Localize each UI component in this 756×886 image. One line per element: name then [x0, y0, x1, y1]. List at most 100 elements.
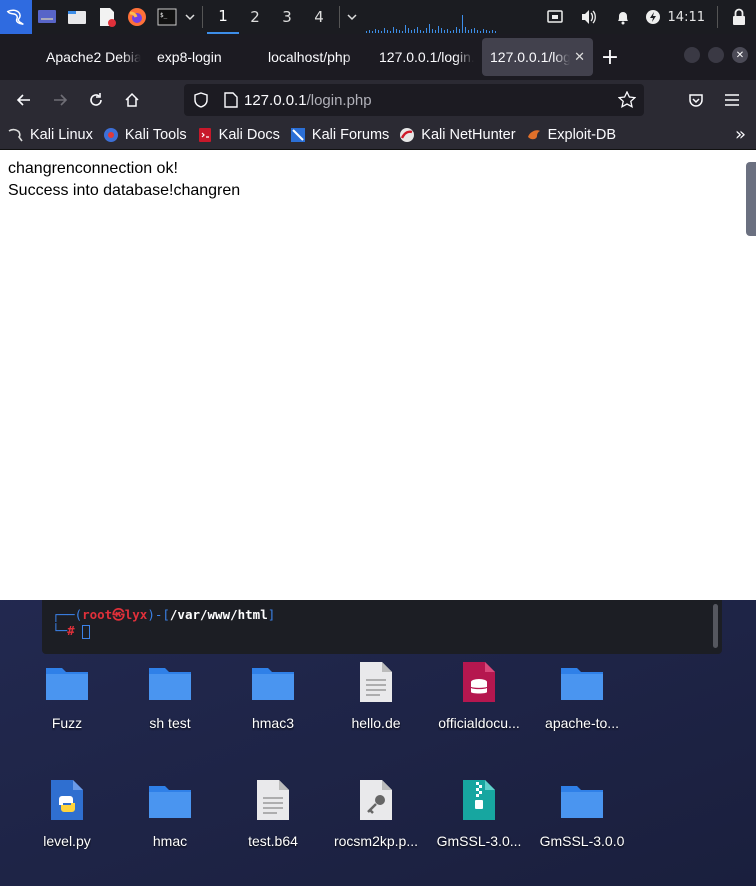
workspace-2[interactable]: 2: [239, 0, 271, 34]
bookmark-kali-nethunter[interactable]: Kali NetHunter: [399, 127, 516, 143]
folder-icon: [146, 658, 194, 706]
forward-button[interactable]: [42, 84, 78, 116]
chevron-down-icon: [185, 14, 195, 21]
workspace-3[interactable]: 3: [271, 0, 303, 34]
kali-forums-icon: [290, 127, 306, 143]
bookmark-label: Kali Forums: [311, 126, 390, 143]
pocket-button[interactable]: [678, 84, 714, 116]
bookmark-label: Kali Linux: [30, 126, 93, 143]
notifications-tray-button[interactable]: [606, 0, 640, 34]
nethunter-icon: [399, 127, 415, 143]
volume-icon: [581, 10, 596, 24]
side-dock-widget[interactable]: [746, 162, 756, 236]
home-button[interactable]: [114, 84, 150, 116]
show-desktop-button[interactable]: [32, 0, 62, 34]
network-activity-bar: [390, 31, 391, 33]
new-tab-button[interactable]: +: [593, 45, 627, 70]
toolbar-right: [678, 84, 750, 116]
terminal-prompt-symbol: #: [67, 623, 75, 638]
close-window-button[interactable]: ✕: [732, 47, 748, 63]
terminal-host: lyx: [124, 607, 148, 622]
desktop-icon-python[interactable]: level.py: [15, 770, 119, 870]
close-tab-icon[interactable]: ✕: [574, 49, 585, 65]
kali-menu-button[interactable]: [0, 0, 32, 34]
desktop-icon-folder[interactable]: hmac: [118, 770, 222, 870]
desktop-icon-folder[interactable]: hmac3: [221, 652, 325, 752]
power-manager-tray-button[interactable]: [640, 0, 666, 34]
desktop-icon-folder[interactable]: apache-to...: [530, 652, 634, 752]
folder-icon: [558, 776, 606, 824]
terminal-window[interactable]: ┌──(root㉿lyx)-[/var/www/html] └─#: [42, 600, 722, 654]
desktop-icon-label: hmac: [152, 833, 188, 849]
tracking-protection-shield-icon[interactable]: [184, 92, 218, 108]
tab-localhost-php[interactable]: localhost/php: [260, 38, 371, 76]
network-activity-bar: [378, 30, 379, 33]
tab-label: Apache2 Debian Default Page: [46, 49, 141, 65]
folder-icon: [68, 11, 86, 24]
volume-tray-button[interactable]: [572, 0, 606, 34]
desktop-icon-text[interactable]: test.b64: [221, 770, 325, 870]
launcher-dropdown-button[interactable]: [182, 0, 198, 34]
terminal-prompt-line2: └─#: [52, 623, 712, 639]
tab-login-php[interactable]: 127.0.0.1/login.php: [371, 38, 482, 76]
bookmark-kali-linux[interactable]: Kali Linux: [8, 127, 93, 143]
kali-tools-icon: [103, 127, 119, 143]
desktop-icon-text[interactable]: hello.de: [324, 652, 428, 752]
network-activity-bar: [447, 29, 448, 33]
page-info-icon[interactable]: [218, 92, 244, 108]
network-tray-button[interactable]: [538, 0, 572, 34]
network-activity-bar: [492, 30, 493, 33]
network-activity-bar: [387, 30, 388, 33]
network-activity-bar: [477, 30, 478, 33]
network-activity-bar: [384, 28, 385, 33]
tab-label: 127.0.0.1/login.php: [490, 49, 571, 65]
tab-apache2-default[interactable]: Apache2 Debian Default Page: [38, 38, 149, 76]
network-activity-bar: [405, 25, 406, 33]
tab-login-php-active[interactable]: 127.0.0.1/login.php ✕: [482, 38, 593, 76]
file-manager-launcher[interactable]: [62, 0, 92, 34]
window-list-button[interactable]: [344, 0, 360, 34]
desktop-icon-folder[interactable]: GmSSL-3.0.0: [530, 770, 634, 870]
desktop-icon-label: Fuzz: [51, 715, 83, 731]
text-icon: [249, 776, 297, 824]
desktop-icon-key[interactable]: rocsm2kp.p...: [324, 770, 428, 870]
maximize-window-button[interactable]: [708, 47, 724, 63]
bookmark-star-icon[interactable]: [617, 90, 637, 113]
tab-exp8-login[interactable]: exp8-login: [149, 38, 260, 76]
arrow-left-icon: [16, 94, 30, 106]
page-text-line: changrenconnection ok!: [8, 160, 178, 177]
panel-clock[interactable]: 14:11: [666, 10, 713, 25]
reload-button[interactable]: [78, 84, 114, 116]
bookmarks-overflow-chevron-icon[interactable]: »: [735, 124, 746, 145]
firefox-launcher[interactable]: [122, 0, 152, 34]
desktop-icon-label: hello.de: [351, 715, 401, 731]
lock-screen-button[interactable]: [722, 0, 756, 34]
minimize-window-button[interactable]: [684, 47, 700, 63]
svg-text:$_: $_: [160, 12, 168, 19]
desktop-icon-database[interactable]: officialdocu...: [427, 652, 531, 752]
text-editor-launcher[interactable]: [92, 0, 122, 34]
tab-label: exp8-login: [157, 49, 222, 65]
bookmark-kali-tools[interactable]: Kali Tools: [103, 127, 187, 143]
network-activity-bar: [480, 31, 481, 33]
app-menu-button[interactable]: [714, 84, 750, 116]
folder-icon: [558, 658, 606, 706]
bookmark-kali-forums[interactable]: Kali Forums: [290, 127, 389, 143]
desktop-icon-archive[interactable]: GmSSL-3.0...: [427, 770, 531, 870]
folder-icon: [146, 776, 194, 824]
terminal-launcher[interactable]: $_: [152, 0, 182, 34]
bookmark-exploit-db[interactable]: Exploit-DB: [526, 127, 616, 143]
workspace-1[interactable]: 1: [207, 0, 239, 34]
desktop-icon-folder[interactable]: Fuzz: [15, 652, 119, 752]
network-activity-bar: [474, 28, 475, 33]
network-activity-bar: [444, 30, 445, 33]
workspace-4[interactable]: 4: [303, 0, 335, 34]
bookmark-label: Kali Docs: [218, 126, 280, 143]
back-button[interactable]: [6, 84, 42, 116]
terminal-scrollbar[interactable]: [713, 604, 718, 648]
bookmark-kali-docs[interactable]: Kali Docs: [197, 127, 280, 143]
desktop-icon-folder[interactable]: sh test: [118, 652, 222, 752]
desktop-icon: [38, 10, 56, 23]
url-bar[interactable]: 127.0.0.1/login.php: [184, 84, 644, 116]
network-activity-bar: [372, 31, 373, 33]
